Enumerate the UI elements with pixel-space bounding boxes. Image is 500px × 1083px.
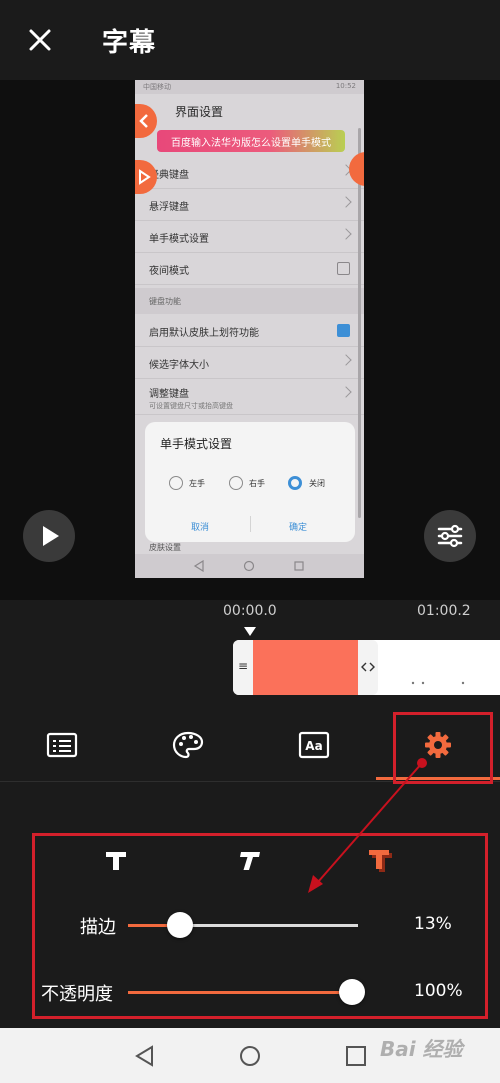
recents-icon[interactable] xyxy=(345,1045,367,1067)
annotation-dot xyxy=(417,758,427,768)
back-icon[interactable] xyxy=(134,1045,156,1067)
home-icon[interactable] xyxy=(239,1045,261,1067)
annotation-arrow xyxy=(308,762,423,893)
watermark: Bai 经验 xyxy=(380,1037,463,1061)
